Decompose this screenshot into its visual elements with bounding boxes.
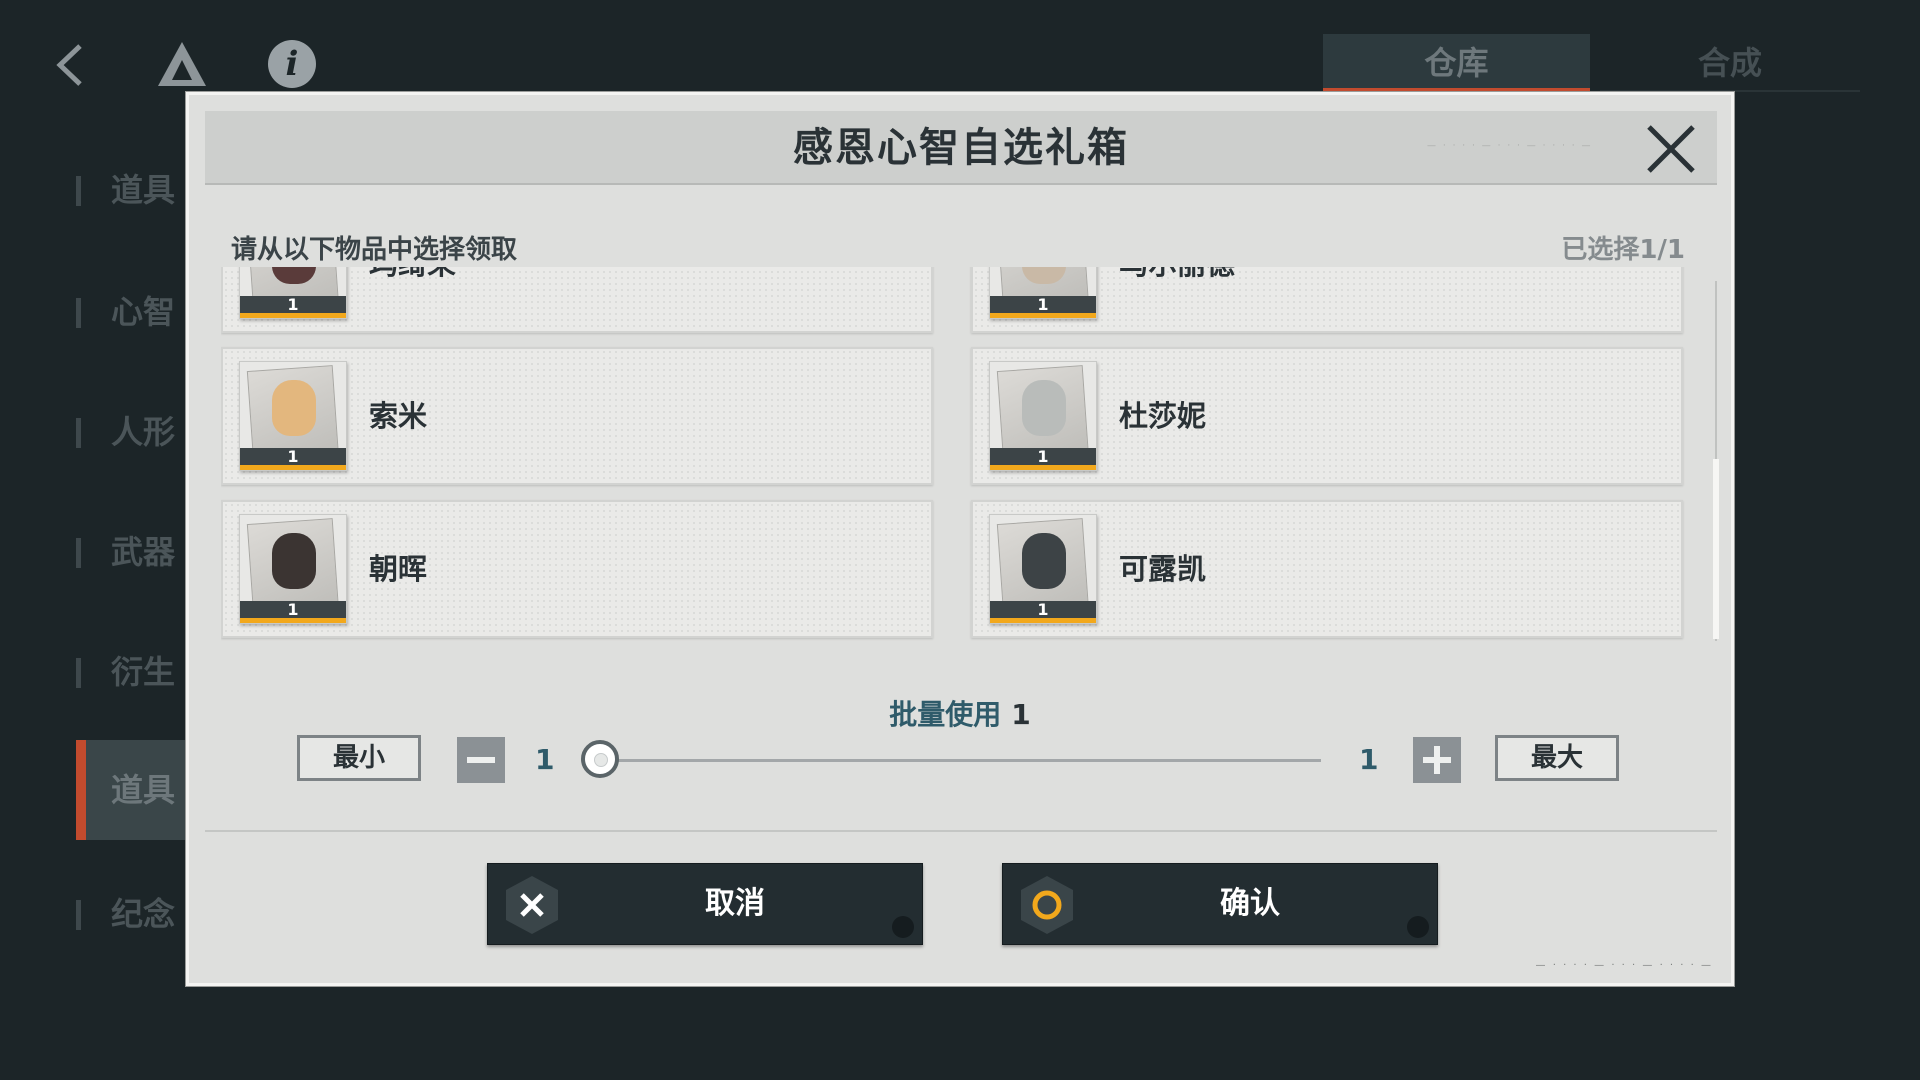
min-button[interactable]: 最小	[297, 735, 421, 781]
selected-count: 已选择1/1	[1561, 235, 1685, 265]
back-arrow-icon[interactable]	[50, 40, 90, 90]
character-card-thumbnail: 1	[989, 514, 1097, 624]
increment-button[interactable]	[1413, 737, 1461, 783]
slider-max-value: 1	[1359, 743, 1379, 776]
character-card-thumbnail: 1	[239, 361, 347, 471]
item-quantity: 1	[240, 296, 346, 318]
batch-use-value: 1	[1011, 698, 1031, 731]
dialog-header: 感恩心智自选礼箱 — · · · · — · · · — · · · · —	[205, 111, 1717, 185]
cancel-button[interactable]: 取消	[487, 863, 923, 945]
button-corner-decoration	[892, 916, 914, 938]
item-name: 朝晖	[369, 552, 428, 586]
reward-item-card[interactable]: 1 杜莎妮	[971, 347, 1683, 485]
item-quantity: 1	[240, 448, 346, 470]
batch-use-text: 批量使用	[889, 698, 1002, 731]
max-button[interactable]: 最大	[1495, 735, 1619, 781]
reward-item-card[interactable]: 1 玛绮朵	[221, 267, 933, 333]
character-card-thumbnail: 1	[989, 361, 1097, 471]
item-name: 玛绮朵	[369, 267, 456, 331]
batch-use-label: 批量使用 1	[189, 693, 1731, 733]
reward-item-card[interactable]: 1 朝晖	[221, 500, 933, 638]
game-screen: i 仓库 合成 道具 心智 人形 武器 衍生 道具 纪念 感恩心智自选礼箱 — …	[0, 0, 1920, 1080]
slider-min-value: 1	[535, 743, 555, 776]
item-quantity: 1	[990, 448, 1096, 470]
item-quantity: 1	[990, 601, 1096, 623]
footer-decoration: — · · · · — · · · — · · · · —	[1535, 960, 1713, 971]
reward-item-card[interactable]: 1 可露凯	[971, 500, 1683, 638]
confirm-button[interactable]: 确认	[1002, 863, 1438, 945]
home-logo-icon[interactable]	[156, 40, 208, 90]
tab-craft[interactable]: 合成	[1600, 34, 1860, 92]
list-scrollbar-thumb[interactable]	[1713, 459, 1719, 639]
reward-item-card[interactable]: 1 乌尔丽德	[971, 267, 1683, 333]
reward-item-list[interactable]: 1 玛绮朵 1 乌尔丽德 1 索米	[221, 267, 1691, 735]
item-name: 索米	[369, 399, 428, 433]
quantity-slider-track[interactable]	[601, 759, 1321, 762]
item-quantity: 1	[990, 296, 1096, 318]
confirm-label: 确认	[1220, 886, 1280, 921]
item-quantity: 1	[240, 601, 346, 623]
cancel-label: 取消	[705, 886, 765, 921]
quantity-slider-handle[interactable]	[581, 740, 619, 778]
button-corner-decoration	[1407, 916, 1429, 938]
decrement-button[interactable]	[457, 737, 505, 783]
close-icon[interactable]	[1641, 119, 1701, 179]
character-card-thumbnail: 1	[989, 267, 1097, 319]
reward-item-card[interactable]: 1 索米	[221, 347, 933, 485]
info-icon[interactable]: i	[268, 40, 316, 88]
character-card-thumbnail: 1	[239, 514, 347, 624]
tab-storage[interactable]: 仓库	[1323, 34, 1590, 92]
gift-box-dialog: 感恩心智自选礼箱 — · · · · — · · · — · · · · — 请…	[186, 92, 1734, 986]
item-name: 可露凯	[1119, 552, 1207, 586]
item-name: 杜莎妮	[1119, 399, 1207, 433]
header-decoration: — · · · · — · · · — · · · · —	[1427, 141, 1593, 151]
divider	[205, 830, 1717, 832]
item-name: 乌尔丽德	[1119, 267, 1235, 331]
character-card-thumbnail: 1	[239, 267, 347, 319]
select-prompt: 请从以下物品中选择领取	[231, 235, 518, 265]
